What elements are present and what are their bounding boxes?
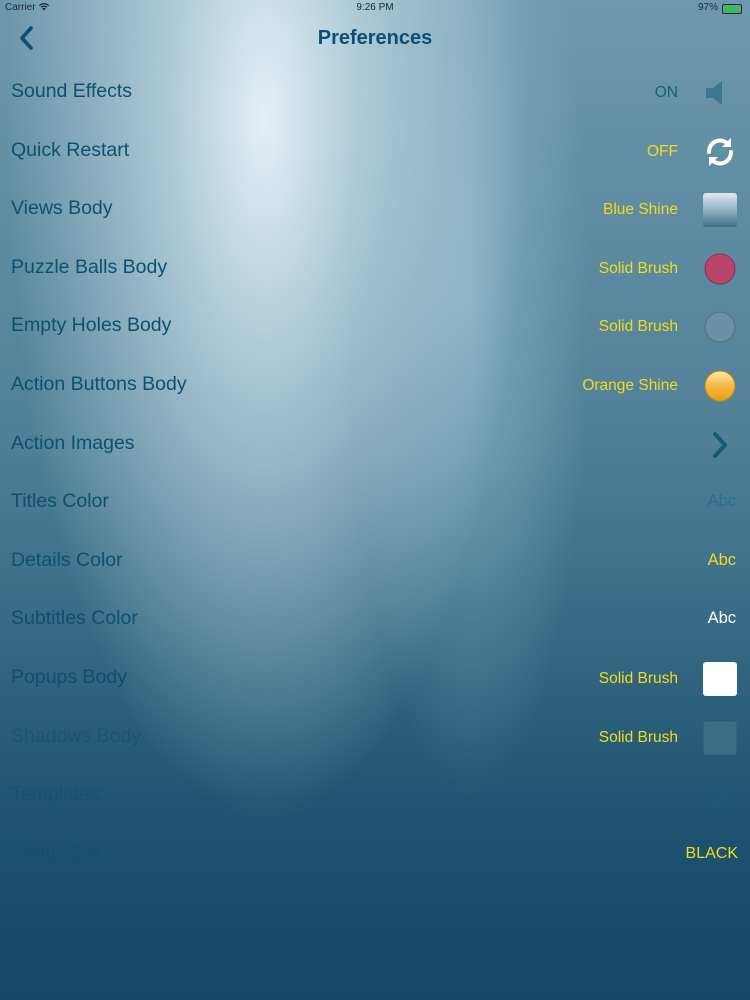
status-bar: Carrier 9:26 PM 97% [0,0,750,16]
row-label: Empty Holes Body [11,314,172,337]
row-value: Orange Shine [582,376,678,394]
blue-shine-swatch [702,192,738,228]
color-sample: Abc [707,550,736,569]
dark-square-swatch [702,720,738,756]
chevron-right-icon [702,778,738,814]
row-value: ON [654,84,678,101]
row-titles-color[interactable]: Titles Color Abc [0,473,750,532]
row-label: Views Body [11,197,113,220]
row-templates[interactable]: Templates [0,766,750,825]
row-value: Blue Shine [603,201,678,219]
white-square-swatch [702,661,738,697]
row-label: Templates [11,783,100,806]
row-action-images[interactable]: Action Images [0,415,750,474]
row-label: Details Color [11,548,123,571]
row-details-color[interactable]: Details Color Abc [0,532,750,591]
chevron-right-icon [702,427,738,463]
row-value: Solid Brush [598,669,678,687]
row-empty-holes-body[interactable]: Empty Holes Body Solid Brush [0,297,750,356]
row-label: Popups Body [11,665,128,688]
row-status-bar[interactable]: Status Bar BLACK [0,825,750,884]
preferences-list: Sound Effects ON Quick Restart OFF Views… [0,63,750,883]
row-quick-restart[interactable]: Quick Restart OFF [0,122,750,181]
refresh-icon [702,134,738,170]
row-value: Solid Brush [598,318,678,336]
row-puzzle-balls-body[interactable]: Puzzle Balls Body Solid Brush [0,239,750,298]
battery-percent: 97% [697,2,718,13]
row-label: Quick Restart [11,138,130,161]
row-views-body[interactable]: Views Body Blue Shine [0,180,750,239]
clock: 9:26 PM [356,2,394,13]
speaker-icon [702,75,738,111]
color-sample: Abc [707,609,736,628]
gray-blue-ball-swatch [702,309,738,345]
row-subtitles-color[interactable]: Subtitles Color Abc [0,590,750,649]
row-label: Puzzle Balls Body [11,255,168,278]
row-value: Solid Brush [598,259,678,277]
pink-ball-swatch [702,251,738,287]
row-label: Sound Effects [11,80,133,102]
battery-fill [724,6,739,12]
navigation-bar: Preferences [0,16,750,60]
orange-ball-swatch [702,368,738,404]
row-label: Status Bar [11,841,103,864]
row-label: Shadows Body [11,724,142,747]
row-action-buttons-body[interactable]: Action Buttons Body Orange Shine [0,356,750,415]
color-sample: Abc [707,492,736,511]
row-label: Action Images [11,431,135,454]
page-title: Preferences [317,27,433,49]
row-value: OFF [647,142,678,160]
battery-icon [722,4,742,14]
row-shadows-body[interactable]: Shadows Body Solid Brush [0,708,750,767]
row-sound-effects[interactable]: Sound Effects ON [0,63,750,122]
row-label: Titles Color [11,490,109,513]
row-label: Action Buttons Body [11,372,187,395]
row-label: Subtitles Color [11,607,138,630]
row-value: BLACK [685,844,738,862]
row-popups-body[interactable]: Popups Body Solid Brush [0,649,750,708]
row-value: Solid Brush [598,728,678,746]
